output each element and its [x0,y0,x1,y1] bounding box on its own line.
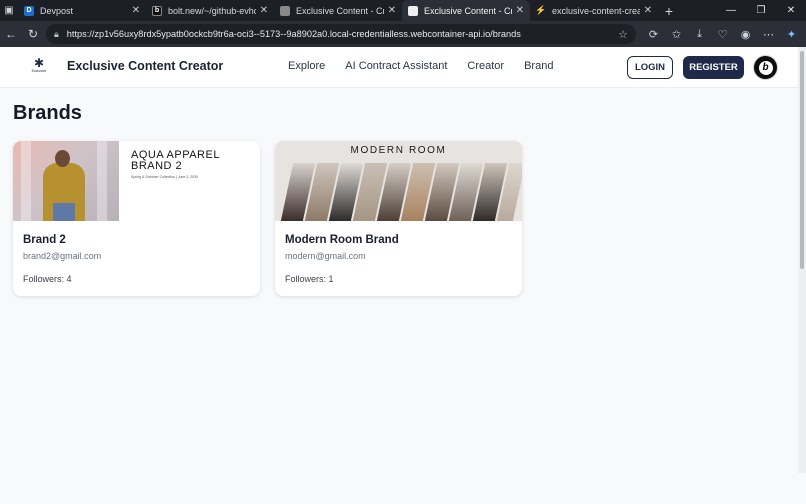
more-menu-icon[interactable]: ⋯ [757,24,780,44]
cover-headline: MODERN ROOM [350,145,447,156]
avatar[interactable]: b [753,55,778,80]
browser-toolbar: ⟳ ✩ ⤓ ♡ ◉ ⋯ ✦ [642,24,803,44]
avatar-letter: b [758,60,773,75]
brand-cover-image: AQUA APPAREL BRAND 2 Spring & Summer Col… [13,141,260,221]
lock-icon[interactable]: 🔒︎ [54,29,59,40]
nav-explore[interactable]: Explore [288,60,325,72]
close-tab-icon[interactable]: ✕ [516,5,524,16]
brand-card[interactable]: AQUA APPAREL BRAND 2 Spring & Summer Col… [13,141,260,296]
brand-name[interactable]: Modern Room Brand [285,234,512,246]
browser-address-bar: ← ↻ 🔒︎ https://zp1v56uxy8rdx5ypatb0ockcb… [0,21,806,47]
brand-email: modern@gmail.com [285,251,366,261]
logo-caption: Exclusive [31,69,47,73]
back-icon[interactable]: ← [0,23,22,45]
scrollbar-thumb[interactable] [800,51,804,269]
brand-name[interactable]: Brand 2 [23,234,250,246]
brand-followers: Followers: 1 [285,274,334,284]
cover-headline: AQUA APPAREL BRAND 2 [131,149,220,172]
nav-creator[interactable]: Creator [467,60,504,72]
brand-cover-image: MODERN ROOM [275,141,522,221]
brand-photo [13,141,119,221]
cover-subtitle: Spring & Summer Collection | June 2, 203… [131,175,199,179]
browser-essentials-icon[interactable]: ♡ [711,24,734,44]
close-tab-icon[interactable]: ✕ [388,5,396,16]
downloads-icon[interactable]: ⤓ [688,24,711,44]
copilot-icon[interactable]: ✦ [780,24,803,44]
web-page: ✱ Exclusive Exclusive Content Creator Ex… [0,47,798,473]
model-photo-strips [279,163,522,221]
browser-tab-exclusive-content-1[interactable]: Exclusive Content - Creato ✕ [274,0,402,21]
url-text[interactable]: https://zp1v56uxy8rdx5ypatb0ockcb9tr6a-o… [67,29,618,39]
close-tab-icon[interactable]: ✕ [132,5,140,16]
main-nav: Explore AI Contract Assistant Creator Br… [288,60,573,72]
bolt-favicon-icon: b [152,5,162,16]
extensions-icon[interactable]: ⟳ [642,24,665,44]
site-logo[interactable]: ✱ Exclusive [30,57,48,77]
favorites-icon[interactable]: ✩ [665,24,688,44]
restore-icon[interactable]: ❐ [746,0,776,21]
close-tab-icon[interactable]: ✕ [644,5,652,16]
brand-email: brand2@gmail.com [23,251,102,261]
browser-tab-strip: ▣ D Devpost ✕ b bolt.new/~/github-evhcvc… [0,0,806,21]
devpost-favicon-icon: D [24,5,34,16]
tab-title: Exclusive Content - Creato [296,5,384,16]
tab-actions-icon[interactable]: ▣ [0,0,18,21]
logo-star-icon: ✱ [33,56,45,70]
window-controls: — ❐ ✕ [716,0,806,21]
page-favicon-icon [280,5,290,16]
register-button[interactable]: REGISTER [683,56,744,79]
nav-brand[interactable]: Brand [524,60,553,72]
nav-ai-contract-assistant[interactable]: AI Contract Assistant [345,60,447,72]
minimize-icon[interactable]: — [716,0,746,21]
page-title: Brands [13,102,82,124]
browser-tab-bolt[interactable]: b bolt.new/~/github-evhcvc ✕ [146,0,274,21]
close-window-icon[interactable]: ✕ [776,0,806,21]
tab-title: exclusive-content-creator | [552,5,640,16]
brand-followers: Followers: 4 [23,274,72,284]
tab-title: Devpost [40,5,74,16]
close-tab-icon[interactable]: ✕ [260,5,268,16]
site-header: ✱ Exclusive Exclusive Content Creator Ex… [0,47,798,88]
browser-tab-exclusive-content-creator[interactable]: ⚡ exclusive-content-creator | ✕ [530,0,658,21]
new-tab-icon[interactable]: + [658,0,680,21]
profile-icon[interactable]: ◉ [734,24,757,44]
page-favicon-icon [408,5,418,16]
browser-tab-devpost[interactable]: D Devpost ✕ [18,0,146,21]
login-button[interactable]: LOGIN [627,56,673,79]
bolt-lightning-favicon-icon: ⚡ [535,5,547,15]
site-name[interactable]: Exclusive Content Creator [67,59,223,73]
brand-card[interactable]: MODERN ROOM Modern Room Brand modern@gma… [275,141,522,296]
favorite-star-icon[interactable]: ☆ [618,28,628,41]
browser-tab-exclusive-content-active[interactable]: Exclusive Content - Creato ✕ [402,0,530,21]
page-scrollbar[interactable] [798,47,806,473]
tab-title: bolt.new/~/github-evhcvc [168,5,256,16]
refresh-icon[interactable]: ↻ [22,23,44,45]
url-field[interactable]: 🔒︎ https://zp1v56uxy8rdx5ypatb0ockcb9tr6… [46,24,636,44]
tab-title: Exclusive Content - Creato [424,5,512,16]
